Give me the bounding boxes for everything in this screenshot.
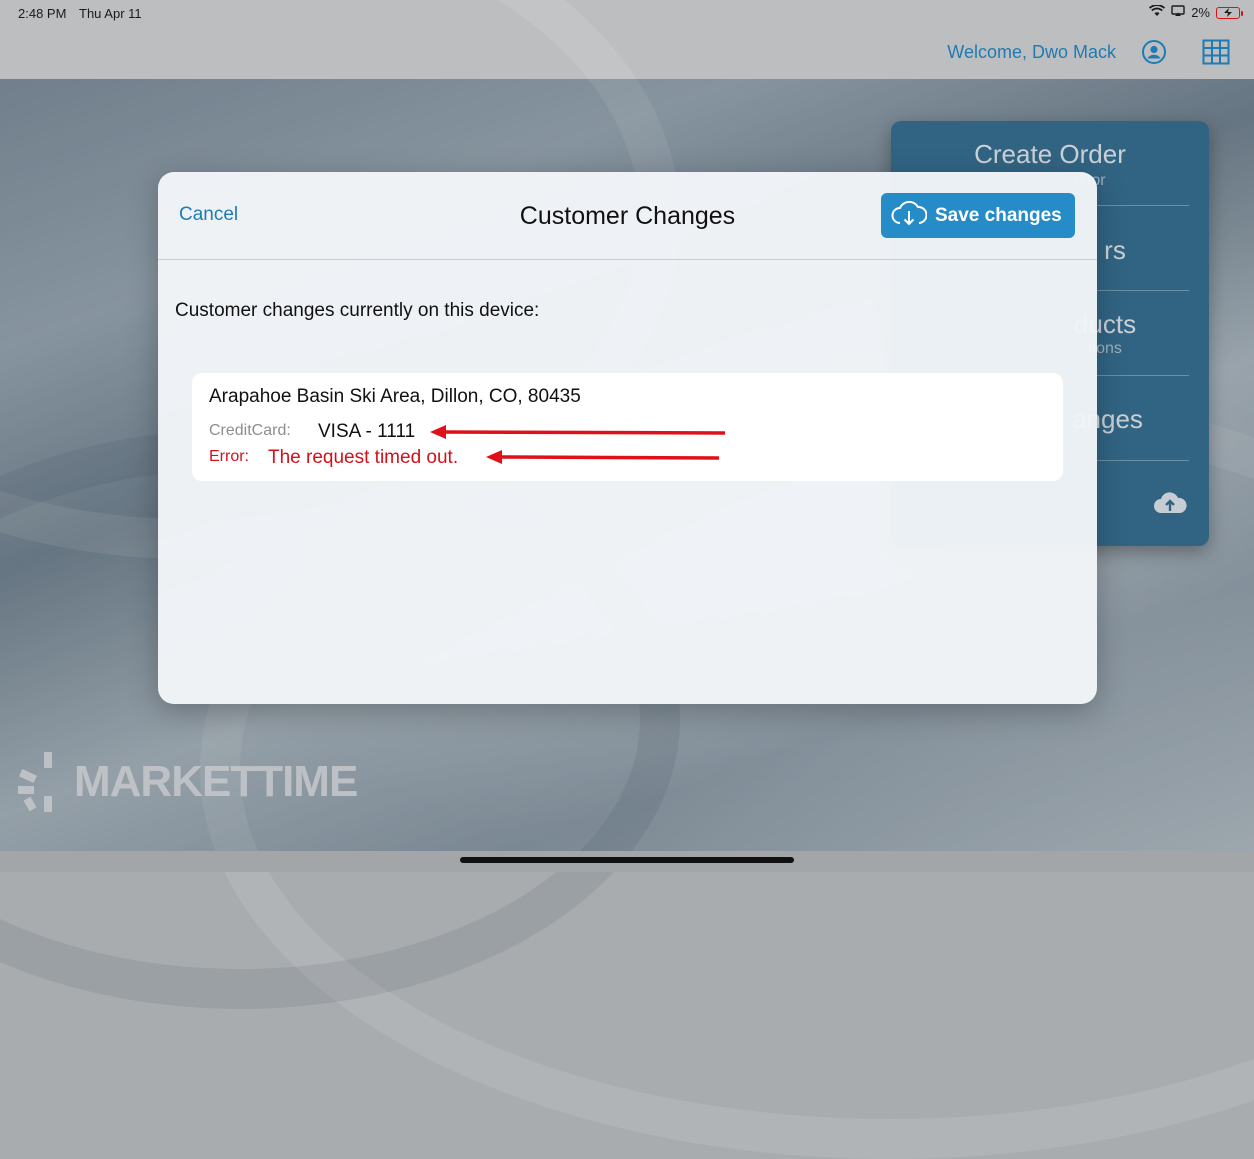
field-label: CreditCard: (209, 422, 291, 439)
status-indicators: 2% (1149, 4, 1243, 20)
save-changes-button[interactable]: Save changes (881, 193, 1075, 238)
annotation-arrow-icon (486, 450, 720, 464)
battery-icon (1216, 6, 1243, 19)
catalog-grid-icon[interactable] (1202, 39, 1230, 65)
screen-mirror-icon (1171, 5, 1185, 20)
save-changes-label: Save changes (935, 204, 1062, 226)
home-indicator[interactable] (460, 857, 794, 863)
section-label: Customer changes currently on this devic… (175, 300, 540, 321)
welcome-text: Welcome, Dwo Mack (947, 42, 1116, 62)
cloud-download-icon (891, 199, 928, 233)
customer-changes-modal: Cancel Customer Changes Save changes Cus… (158, 172, 1097, 704)
battery-percent: 2% (1191, 5, 1210, 20)
field-value: VISA - 1111 (318, 421, 416, 442)
error-label: Error: (209, 448, 249, 465)
wifi-icon (1149, 4, 1166, 20)
annotation-arrow-icon (430, 425, 726, 439)
error-message: The request timed out. (268, 447, 459, 468)
account-icon[interactable] (1141, 39, 1167, 65)
customer-change-item[interactable]: Arapahoe Basin Ski Area, Dillon, CO, 804… (192, 373, 1063, 481)
modal-header: Cancel Customer Changes Save changes (158, 172, 1097, 260)
customer-address: Arapahoe Basin Ski Area, Dillon, CO, 804… (209, 386, 581, 407)
